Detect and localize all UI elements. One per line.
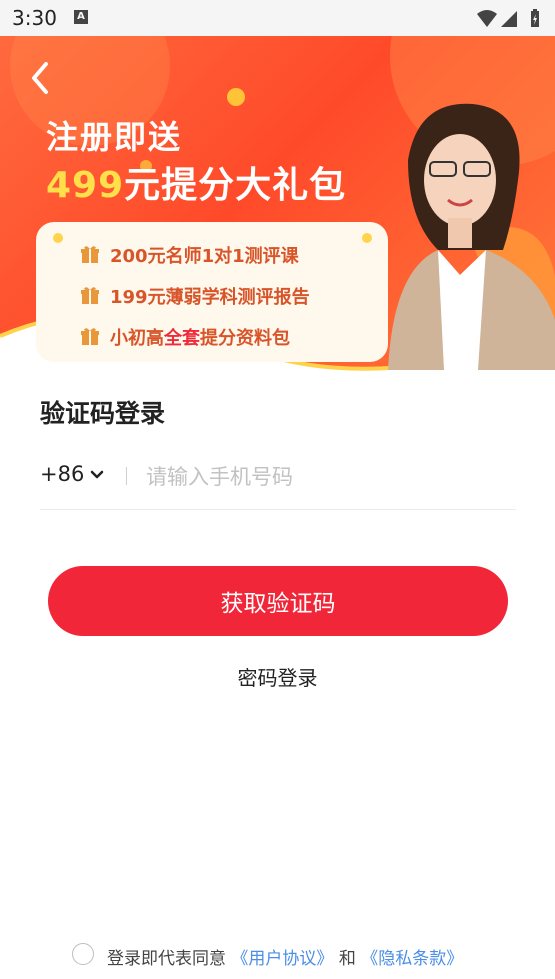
chevron-down-icon[interactable] bbox=[90, 470, 104, 480]
agree-radio[interactable] bbox=[72, 943, 94, 965]
agreement-prefix: 登录即代表同意 bbox=[107, 949, 226, 969]
promo-subtitle-text: 元提分大礼包 bbox=[124, 165, 347, 206]
status-time: 3:30 bbox=[12, 6, 57, 30]
promo-amount: 499 bbox=[46, 165, 125, 206]
back-arrow-icon bbox=[32, 62, 48, 94]
battery-icon bbox=[531, 9, 539, 27]
page-title: 验证码登录 bbox=[40, 399, 166, 428]
back-button[interactable] bbox=[26, 58, 56, 98]
decor-dot bbox=[362, 233, 372, 243]
promo-item-prefix: 小初高 bbox=[110, 328, 164, 349]
notification-badge: A bbox=[74, 10, 88, 24]
promo-item-text: 199元薄弱学科测评报告 bbox=[110, 287, 310, 308]
agreement-text: 登录即代表同意 《用户协议》 和 《隐私条款》 bbox=[107, 944, 463, 969]
gift-icon bbox=[81, 328, 99, 345]
promo-item-suffix: 提分资料包 bbox=[200, 328, 290, 349]
get-code-button[interactable]: 获取验证码 bbox=[48, 566, 508, 636]
user-agreement-link[interactable]: 《用户协议》 bbox=[231, 949, 333, 969]
signal-icon bbox=[501, 11, 517, 27]
input-divider bbox=[126, 467, 127, 485]
promo-item-highlight: 全套 bbox=[164, 328, 200, 349]
promo-item-text: 小初高全套提分资料包 bbox=[110, 324, 290, 350]
gift-icon bbox=[81, 246, 99, 263]
promo-subtitle: 499元提分大礼包 bbox=[46, 156, 346, 208]
promo-item-text: 200元名师1对1测评课 bbox=[110, 246, 299, 267]
teacher-illustration bbox=[388, 103, 555, 370]
decor-dot bbox=[53, 233, 63, 243]
agreement-and: 和 bbox=[338, 949, 356, 969]
gift-icon bbox=[81, 287, 99, 304]
status-icons bbox=[475, 8, 545, 34]
wifi-icon bbox=[477, 10, 497, 27]
country-code-selector[interactable]: +86 bbox=[40, 462, 84, 486]
field-underline bbox=[40, 509, 516, 510]
promo-banner: 注册即送 499元提分大礼包 200元名师1对1测评课 199元薄弱学科测评报告… bbox=[0, 36, 555, 381]
privacy-policy-link[interactable]: 《隐私条款》 bbox=[361, 949, 463, 969]
status-bar: 3:30 A bbox=[0, 0, 555, 36]
password-login-link[interactable]: 密码登录 bbox=[0, 662, 555, 691]
promo-title: 注册即送 bbox=[46, 118, 183, 156]
phone-input[interactable] bbox=[146, 460, 506, 494]
